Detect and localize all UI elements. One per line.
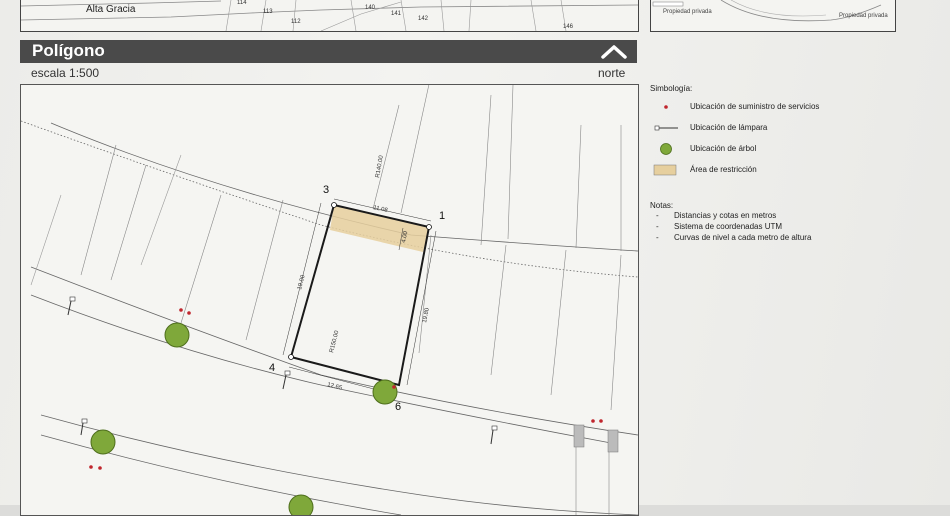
- street-edge: [30, 294, 612, 444]
- context-map-label: Propiedad privada: [663, 9, 712, 15]
- scale-label: escala 1:500: [31, 66, 100, 80]
- dimension-line: [406, 230, 437, 386]
- dimension-label: 11.08: [373, 205, 389, 214]
- vertex-label: 3: [323, 184, 329, 196]
- lamp-icon: [282, 370, 291, 390]
- map-sheet: Alta Gracia 114 113 112 140 141 142 146 …: [0, 0, 950, 516]
- site-plan-drawing: 3 1 4 6 11.08 19.00 4.00 19.80 12.65 R14…: [21, 85, 638, 515]
- legend-item: Área de restricción: [650, 163, 930, 177]
- lot-number: 140: [365, 5, 376, 11]
- note-text: Sistema de coordenadas UTM: [674, 222, 783, 231]
- vertex-marker: [288, 354, 294, 360]
- legend-item-label: Área de restricción: [690, 165, 757, 174]
- restriction-area-icon: [653, 164, 677, 176]
- vertex-label: 6: [395, 401, 401, 413]
- tree-icon: [372, 379, 398, 405]
- context-map-label: Propiedad privada: [839, 13, 888, 19]
- chevron-up-icon[interactable]: [599, 42, 629, 62]
- lot-division: [418, 234, 622, 411]
- lamp-icon: [490, 425, 498, 445]
- legend-item: Ubicación de árbol: [650, 142, 930, 156]
- site-plan: 3 1 4 6 11.08 19.00 4.00 19.80 12.65 R14…: [20, 84, 639, 516]
- location-name: Alta Gracia: [86, 4, 136, 15]
- section-header: Polígono: [20, 40, 637, 63]
- notes-title: Notas:: [650, 201, 674, 210]
- lot-number: 146: [563, 24, 574, 30]
- lot-number: 142: [418, 16, 429, 22]
- dimension-label: 19.00: [297, 274, 307, 291]
- service-point-icon: [89, 465, 93, 469]
- street-edge: [40, 414, 638, 515]
- vertex-label: 1: [439, 210, 445, 222]
- legend-item-label: Ubicación de árbol: [690, 144, 757, 153]
- vertex-marker: [331, 202, 337, 208]
- lamp-icon: [654, 125, 678, 131]
- tree-icon: [90, 429, 116, 455]
- legend-title: Simbología:: [650, 84, 693, 93]
- lot-number: 141: [391, 11, 402, 17]
- legend-item: Ubicación de suministro de servicios: [650, 100, 930, 114]
- service-point-icon: [392, 385, 396, 389]
- lot-number: 112: [291, 19, 301, 25]
- location-map: Alta Gracia 114 113 112 140 141 142 146: [20, 0, 639, 32]
- legend: Simbología: Ubicación de suministro de s…: [650, 84, 940, 514]
- crosswalk-block: [607, 429, 619, 453]
- service-point-icon: [664, 105, 668, 109]
- legend-item: Ubicación de lámpara: [650, 121, 930, 135]
- service-point-icon: [98, 466, 102, 470]
- service-point-icon: [591, 419, 595, 423]
- context-map: Propiedad privada Propiedad privada: [650, 0, 896, 32]
- lamp-icon: [67, 296, 76, 316]
- section-title: Polígono: [32, 41, 105, 60]
- vertex-label: 4: [269, 362, 275, 374]
- tree-icon: [660, 143, 672, 155]
- note-text: Distancias y cotas en metros: [674, 211, 777, 220]
- lot-number: 114: [237, 0, 247, 6]
- contour-line: [21, 120, 638, 278]
- service-point-icon: [187, 311, 191, 315]
- dimension-label: R150.00: [329, 329, 340, 353]
- lot-number: 113: [263, 9, 273, 15]
- dimension-label: 12.65: [327, 382, 344, 392]
- note-text: Curvas de nivel a cada metro de altura: [674, 233, 812, 242]
- north-label: norte: [598, 66, 626, 80]
- legend-item-label: Ubicación de lámpara: [690, 123, 768, 132]
- crosswalk-block: [573, 424, 585, 448]
- vertex-marker: [426, 224, 432, 230]
- tree-icon: [164, 322, 190, 348]
- lot-division: [30, 154, 182, 286]
- legend-item-label: Ubicación de suministro de servicios: [690, 102, 820, 111]
- service-point-icon: [179, 308, 183, 312]
- tree-icon: [288, 494, 314, 515]
- service-point-icon: [599, 419, 603, 423]
